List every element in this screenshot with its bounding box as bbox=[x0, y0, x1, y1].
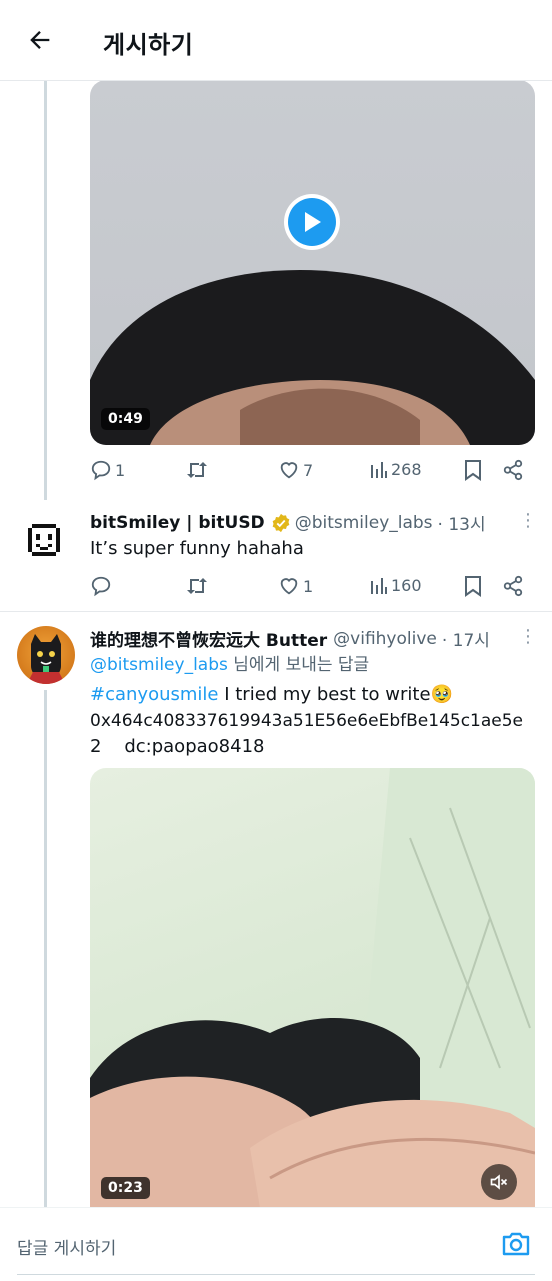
play-icon bbox=[288, 198, 336, 246]
views-count: 268 bbox=[391, 459, 422, 479]
reply-input[interactable]: 답글 게시하기 bbox=[17, 1234, 116, 1259]
avatar[interactable] bbox=[20, 516, 68, 564]
reply-to-label: 님에게 보내는 답글 bbox=[233, 655, 370, 675]
repost-icon bbox=[187, 578, 207, 594]
like-action[interactable]: 7 bbox=[278, 459, 313, 481]
tweet-text-line2: 0x464c408337619943a51E56e6eEbfBe145c1ae5… bbox=[90, 711, 524, 731]
tweet-text-line1: I tried my best to write🥹 bbox=[224, 684, 453, 705]
tweet-divider bbox=[0, 611, 552, 612]
author-name[interactable]: 谁的理想不曾恢宏远大 Butter bbox=[90, 626, 327, 651]
bookmark-action[interactable] bbox=[464, 459, 482, 481]
views-count: 160 bbox=[391, 575, 422, 595]
back-button[interactable] bbox=[22, 22, 58, 58]
views-icon bbox=[371, 578, 387, 594]
top-app-bar: 게시하기 bbox=[0, 0, 552, 81]
reply-icon bbox=[91, 460, 111, 481]
share-action[interactable] bbox=[502, 575, 524, 597]
repost-action[interactable] bbox=[185, 459, 209, 481]
video-thumbnail bbox=[90, 270, 535, 445]
author-name[interactable]: bitSmiley | bitUSD bbox=[90, 513, 265, 533]
tweet-text-line3: 2 dc:paopao8418 bbox=[90, 736, 265, 757]
repost-icon bbox=[187, 462, 207, 478]
reply-to-line: @bitsmiley_labs 님에게 보내는 답글 bbox=[90, 652, 369, 678]
reply-action[interactable] bbox=[90, 575, 112, 597]
reply-composer: 답글 게시하기 bbox=[0, 1207, 552, 1281]
camera-icon bbox=[502, 1232, 530, 1256]
reply-action[interactable]: 1 bbox=[90, 459, 125, 481]
like-action[interactable]: 1 bbox=[278, 575, 313, 597]
views-action[interactable]: 268 bbox=[370, 459, 422, 479]
mute-button[interactable] bbox=[481, 1164, 517, 1200]
volume-muted-icon bbox=[490, 1174, 508, 1190]
views-icon bbox=[371, 462, 387, 478]
smiley-avatar-icon bbox=[28, 524, 60, 556]
verified-badge-icon bbox=[272, 513, 290, 532]
share-icon bbox=[503, 459, 523, 481]
heart-icon bbox=[280, 462, 298, 479]
hashtag-link[interactable]: #canyousmile bbox=[90, 684, 218, 705]
like-count: 1 bbox=[303, 576, 314, 596]
camera-button[interactable] bbox=[501, 1230, 531, 1262]
more-options-icon[interactable]: ⋮ bbox=[519, 626, 537, 647]
avatar[interactable] bbox=[17, 626, 75, 684]
play-button[interactable] bbox=[284, 194, 340, 250]
bookmark-action[interactable] bbox=[464, 575, 482, 597]
tweet-time: · 13시 bbox=[437, 515, 486, 535]
video-player[interactable]: 0:49 bbox=[90, 80, 535, 445]
cat-avatar-icon bbox=[27, 634, 65, 684]
reply-icon bbox=[91, 576, 111, 597]
author-handle[interactable]: @bitsmiley_labs bbox=[295, 513, 433, 533]
repost-action[interactable] bbox=[185, 575, 209, 597]
thread-line bbox=[44, 690, 47, 1207]
thread-line bbox=[44, 80, 47, 500]
page-title: 게시하기 bbox=[103, 31, 194, 59]
like-count: 7 bbox=[303, 460, 314, 480]
video-duration: 0:49 bbox=[101, 408, 150, 430]
video-duration: 0:23 bbox=[101, 1177, 150, 1199]
heart-icon bbox=[280, 578, 298, 595]
tweet-header: 谁的理想不曾恢宏远大 Butter @vifihyolive · 17시 bbox=[90, 626, 490, 652]
bookmark-icon bbox=[465, 460, 481, 481]
reply-to-handle[interactable]: @bitsmiley_labs bbox=[90, 655, 228, 675]
tweet-text: It’s super funny hahaha bbox=[90, 538, 304, 559]
arrow-left-icon bbox=[30, 31, 50, 49]
composer-underline bbox=[17, 1274, 535, 1275]
author-handle[interactable]: @vifihyolive bbox=[333, 629, 437, 649]
video-player[interactable]: 0:23 bbox=[90, 768, 535, 1208]
more-options-icon[interactable]: ⋮ bbox=[519, 510, 537, 531]
tweet-header: bitSmiley | bitUSD @bitsmiley_labs · 13시 bbox=[90, 510, 486, 536]
reply-count: 1 bbox=[115, 460, 126, 480]
bookmark-icon bbox=[465, 576, 481, 597]
tweet-text: #canyousmile I tried my best to write🥹 0… bbox=[90, 682, 540, 760]
share-icon bbox=[503, 575, 523, 597]
share-action[interactable] bbox=[502, 459, 524, 481]
video-thumbnail bbox=[90, 768, 535, 1208]
tweet-time: · 17시 bbox=[441, 631, 490, 651]
views-action[interactable]: 160 bbox=[370, 575, 422, 595]
